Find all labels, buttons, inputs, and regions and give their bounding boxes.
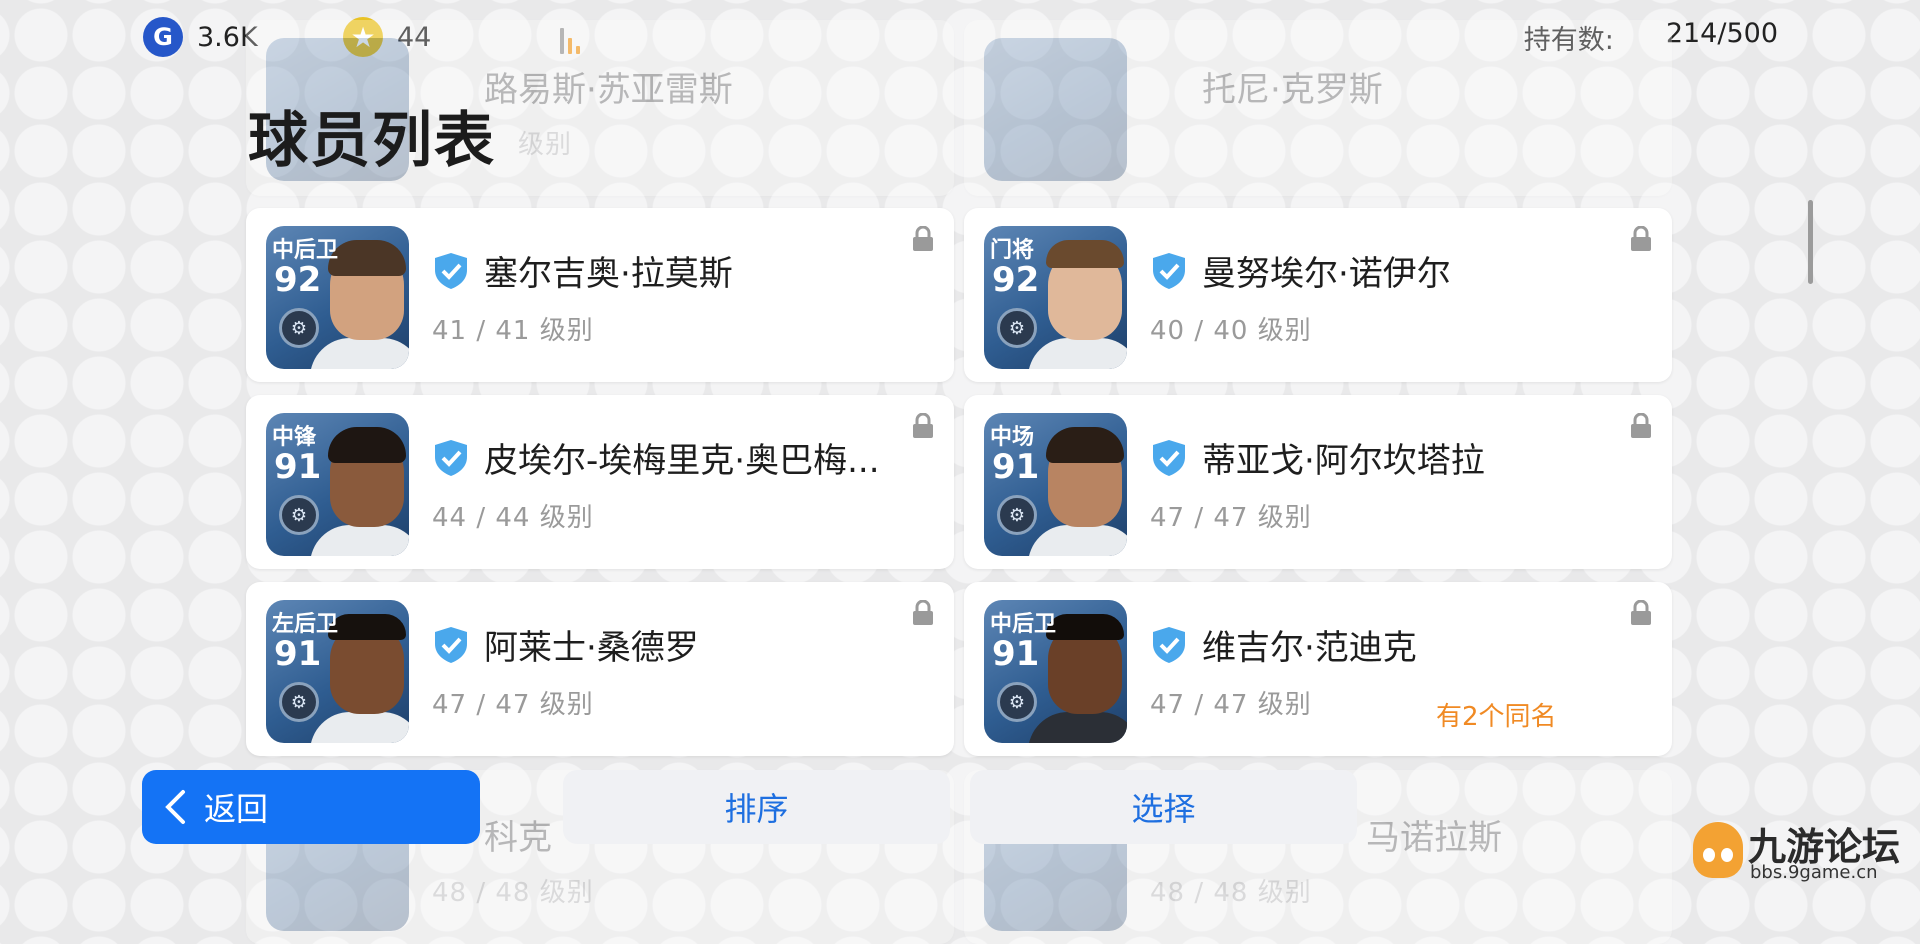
player-card[interactable]: 门将 92 ⚙ 曼努埃尔·诺伊尔 40 / 40 级别 (964, 208, 1672, 382)
player-rating: 91 (274, 447, 322, 487)
player-portrait: 中后卫 92 ⚙ (266, 226, 409, 369)
watermark-url: bbs.9game.cn (1750, 862, 1878, 883)
player-portrait: 中锋 91 ⚙ (266, 413, 409, 556)
player-level: 44 / 44 级别 (432, 503, 594, 533)
player-rating: 92 (274, 260, 322, 300)
lock-icon[interactable] (912, 226, 934, 252)
player-level: 级别 (518, 130, 573, 160)
watermark: 九游论坛 bbs.9game.cn (1690, 812, 1920, 886)
verified-shield-icon (1153, 253, 1185, 289)
club-badge-icon: ⚙ (279, 682, 319, 722)
select-label: 选择 (1131, 790, 1196, 828)
back-button[interactable]: 返回 (142, 770, 480, 844)
club-badge-icon: ⚙ (997, 308, 1037, 348)
lock-icon[interactable] (1630, 413, 1652, 439)
mascot-logo-icon (1693, 822, 1743, 878)
player-name: 曼努埃尔·诺伊尔 (1202, 254, 1451, 294)
player-rating: 91 (992, 634, 1040, 674)
scrollbar[interactable] (1808, 200, 1813, 284)
verified-shield-icon (1153, 627, 1185, 663)
player-level: 48 / 48 级别 (432, 878, 594, 908)
player-name: 马诺拉斯 (1366, 818, 1502, 858)
sort-button[interactable]: 排序 (563, 770, 950, 844)
player-card[interactable]: 中后卫 91 ⚙ 维吉尔·范迪克 47 / 47 级别 有2个同名 (964, 582, 1672, 756)
gp-coin-icon: G (143, 17, 183, 57)
player-level: 47 / 47 级别 (1150, 690, 1312, 720)
lock-icon[interactable] (912, 413, 934, 439)
club-badge-icon: ⚙ (997, 495, 1037, 535)
back-label: 返回 (204, 790, 269, 828)
lock-icon[interactable] (912, 600, 934, 626)
player-rating: 92 (992, 260, 1040, 300)
player-card[interactable]: 中锋 91 ⚙ 皮埃尔-埃梅里克·奥巴梅... 44 / 44 级别 (246, 395, 954, 569)
club-badge-icon: ⚙ (279, 495, 319, 535)
player-level: 48 / 48 级别 (1150, 878, 1312, 908)
player-name: 托尼·克罗斯 (1202, 70, 1383, 110)
verified-shield-icon (1153, 440, 1185, 476)
verified-shield-icon (435, 253, 467, 289)
player-card-ghost-top-right: 托尼·克罗斯 (964, 20, 1672, 196)
duplicate-name-note: 有2个同名 (1436, 702, 1557, 732)
player-name: 维吉尔·范迪克 (1202, 628, 1417, 668)
player-level: 40 / 40 级别 (1150, 316, 1312, 346)
gp-currency: G 3.6K (143, 17, 258, 57)
player-level: 47 / 47 级别 (1150, 503, 1312, 533)
lock-icon[interactable] (1630, 226, 1652, 252)
player-name: 蒂亚戈·阿尔坎塔拉 (1202, 441, 1485, 481)
player-card[interactable]: 左后卫 91 ⚙ 阿莱士·桑德罗 47 / 47 级别 (246, 582, 954, 756)
club-badge-icon: ⚙ (279, 308, 319, 348)
page-title: 球员列表 (248, 106, 496, 176)
club-badge-icon: ⚙ (997, 682, 1037, 722)
player-level: 41 / 41 级别 (432, 316, 594, 346)
player-portrait: 中后卫 91 ⚙ (984, 600, 1127, 743)
player-name: 科克 (484, 818, 552, 858)
chevron-left-icon (165, 790, 185, 824)
verified-shield-icon (435, 627, 467, 663)
sort-label: 排序 (724, 790, 789, 828)
player-rating: 91 (992, 447, 1040, 487)
player-portrait (984, 38, 1127, 181)
player-card[interactable]: 中后卫 92 ⚙ 塞尔吉奥·拉莫斯 41 / 41 级别 (246, 208, 954, 382)
player-level: 47 / 47 级别 (432, 690, 594, 720)
player-name: 皮埃尔-埃梅里克·奥巴梅... (484, 441, 880, 481)
lock-icon[interactable] (1630, 600, 1652, 626)
player-name: 路易斯·苏亚雷斯 (484, 70, 733, 110)
player-portrait: 中场 91 ⚙ (984, 413, 1127, 556)
owned-value: 214/500 (1665, 18, 1778, 49)
player-portrait: 左后卫 91 ⚙ (266, 600, 409, 743)
player-name: 阿莱士·桑德罗 (484, 628, 699, 668)
player-card[interactable]: 中场 91 ⚙ 蒂亚戈·阿尔坎塔拉 47 / 47 级别 (964, 395, 1672, 569)
player-rating: 91 (274, 634, 322, 674)
player-name: 塞尔吉奥·拉莫斯 (484, 254, 733, 294)
player-portrait: 门将 92 ⚙ (984, 226, 1127, 369)
select-button[interactable]: 选择 (970, 770, 1357, 844)
verified-shield-icon (435, 440, 467, 476)
